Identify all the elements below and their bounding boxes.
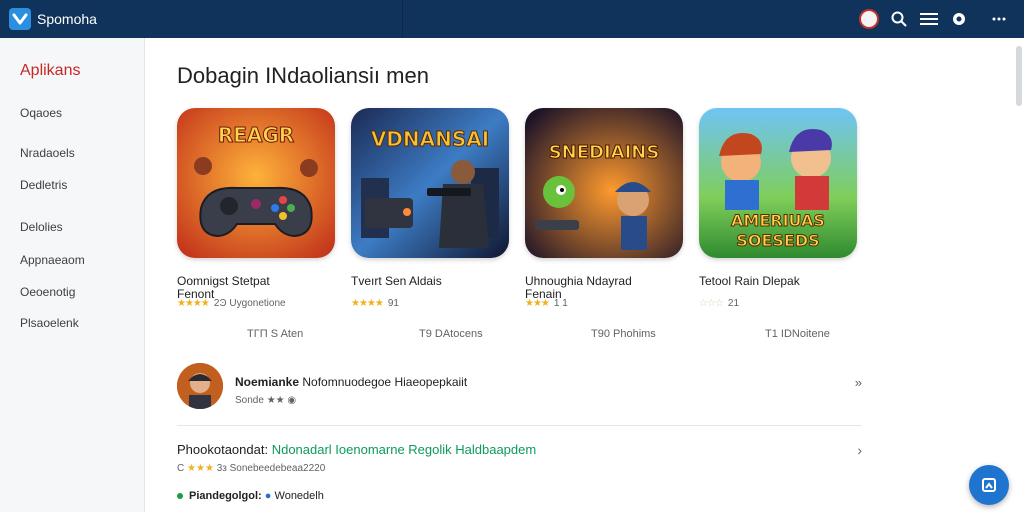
more-dots-icon[interactable] [974,0,1024,38]
promo-row[interactable]: Phookotaondat: Ndonadarl Ioenomarne Rego… [177,442,862,474]
rating-row: ★★★★ 2Ͽ Uygonetione [177,298,286,309]
search-icon[interactable] [884,0,914,38]
app-title: Tetool Rain Dlepak [699,274,800,288]
more-arrow-icon[interactable]: » [855,375,862,390]
sidebar-item[interactable]: Dedletris [20,178,67,192]
app-card[interactable]: REAGR Oomnigst Stetpat Fenont ★★★★ 2Ͽ Uygo… [177,108,337,309]
topbar-divider [402,0,403,38]
star-rating-icon: ★★★ [525,298,550,309]
featured-app-row[interactable]: Noemianke Nofomnuodegoe Hiaeopepkaiit So… [177,363,862,423]
promo-title: Phookotaondat: Ndonadarl Ioenomarne Rego… [177,442,537,457]
sidebar-title: Aplikans [20,62,81,79]
featured-app-title: Noemianke Nofomnuodegoe Hiaeopepkaiit [235,375,468,389]
top-actions [854,0,1024,38]
installs-label: Τ90 Phohims [591,328,656,340]
top-app-bar: Spomoha [0,0,1024,38]
featured-app-meta: Sonde ★★ ◉ [235,395,297,406]
app-icon-image: VDNANSAI [351,108,509,258]
app-card[interactable]: SNEDIAINS Uhnoughia Ndayrad Fenain ★★★ 1 1 [525,108,685,309]
sidebar-item[interactable]: Nradaoels [20,146,75,160]
brand-name: Spomoha [37,11,97,27]
app-icon-image: AMERIUAS SOESEDS [699,108,857,258]
chevron-right-icon[interactable]: › [857,442,862,458]
avatar [177,363,223,409]
installs-label: Τ1 IDNoitene [765,328,830,340]
app-icon-image: SNEDIAINS [525,108,683,258]
star-rating-icon: ★★★★ [177,298,210,309]
rating-row: ★★★★ 91 [351,298,399,309]
star-rating-icon: ★★★★ [351,298,384,309]
svg-text:SOESEDS: SOESEDS [736,231,819,250]
scrollbar[interactable] [1016,46,1022,106]
section-title: Dobagin INdaoliansiı men [177,63,429,88]
sidebar: Aplikans Oqaoes Nradaoels Dedletris Delo… [0,38,145,512]
bookmark-icon [982,478,996,492]
globe-icon: ◉ [287,395,297,406]
sidebar-item[interactable]: Delolies [20,220,63,234]
app-card[interactable]: VDNANSAI Tveırt Sen Aldais ★★★★ 91 [351,108,511,309]
rating-row: ☆☆☆ 21 [699,298,740,309]
menu-icon[interactable] [914,0,944,38]
fab-button[interactable] [969,465,1009,505]
status-dot-icon [177,493,183,500]
sidebar-item[interactable]: Appnaeaom [20,253,85,267]
brand-logo-icon [9,8,31,30]
app-title: Tveırt Sen Aldais [351,274,442,288]
profile-badge-icon[interactable] [854,0,884,38]
sidebar-item[interactable]: Oeoenotig [20,285,75,299]
installs-label: Τ9 DAtocens [419,328,483,340]
divider [177,425,862,426]
installs-label: ΤΓΠ S Aten [247,328,304,340]
svg-text:AMERIUAS: AMERIUAS [731,211,825,230]
sidebar-item[interactable]: Oqaoes [20,106,62,120]
svg-text:REAGR: REAGR [218,123,294,147]
promo-rating: Ϲ ★★★ 3ᴈ Sonebeedebeaa2220 [177,463,326,474]
info-icon: ● [264,490,272,502]
brand[interactable]: Spomoha [0,0,145,38]
app-icon-image: REAGR [177,108,335,258]
sidebar-item[interactable]: Plsaoelenk [20,316,79,330]
settings-icon[interactable] [944,0,974,38]
main-content: Dobagin INdaoliansiı men REAGR Oomnigst … [145,38,1024,512]
svg-text:SNEDIAINS: SNEDIAINS [549,142,660,163]
star-rating-icon: ★★★ [187,463,214,474]
rating-row: ★★★ 1 1 [525,298,568,309]
app-card[interactable]: AMERIUAS SOESEDS Tetool Rain Dlepak ☆☆☆ 2… [699,108,859,309]
status-row: Piandegolgol: ● Wonedelh [177,490,324,502]
svg-text:VDNANSAI: VDNANSAI [371,127,489,151]
star-rating-icon: ☆☆☆ [699,298,724,309]
